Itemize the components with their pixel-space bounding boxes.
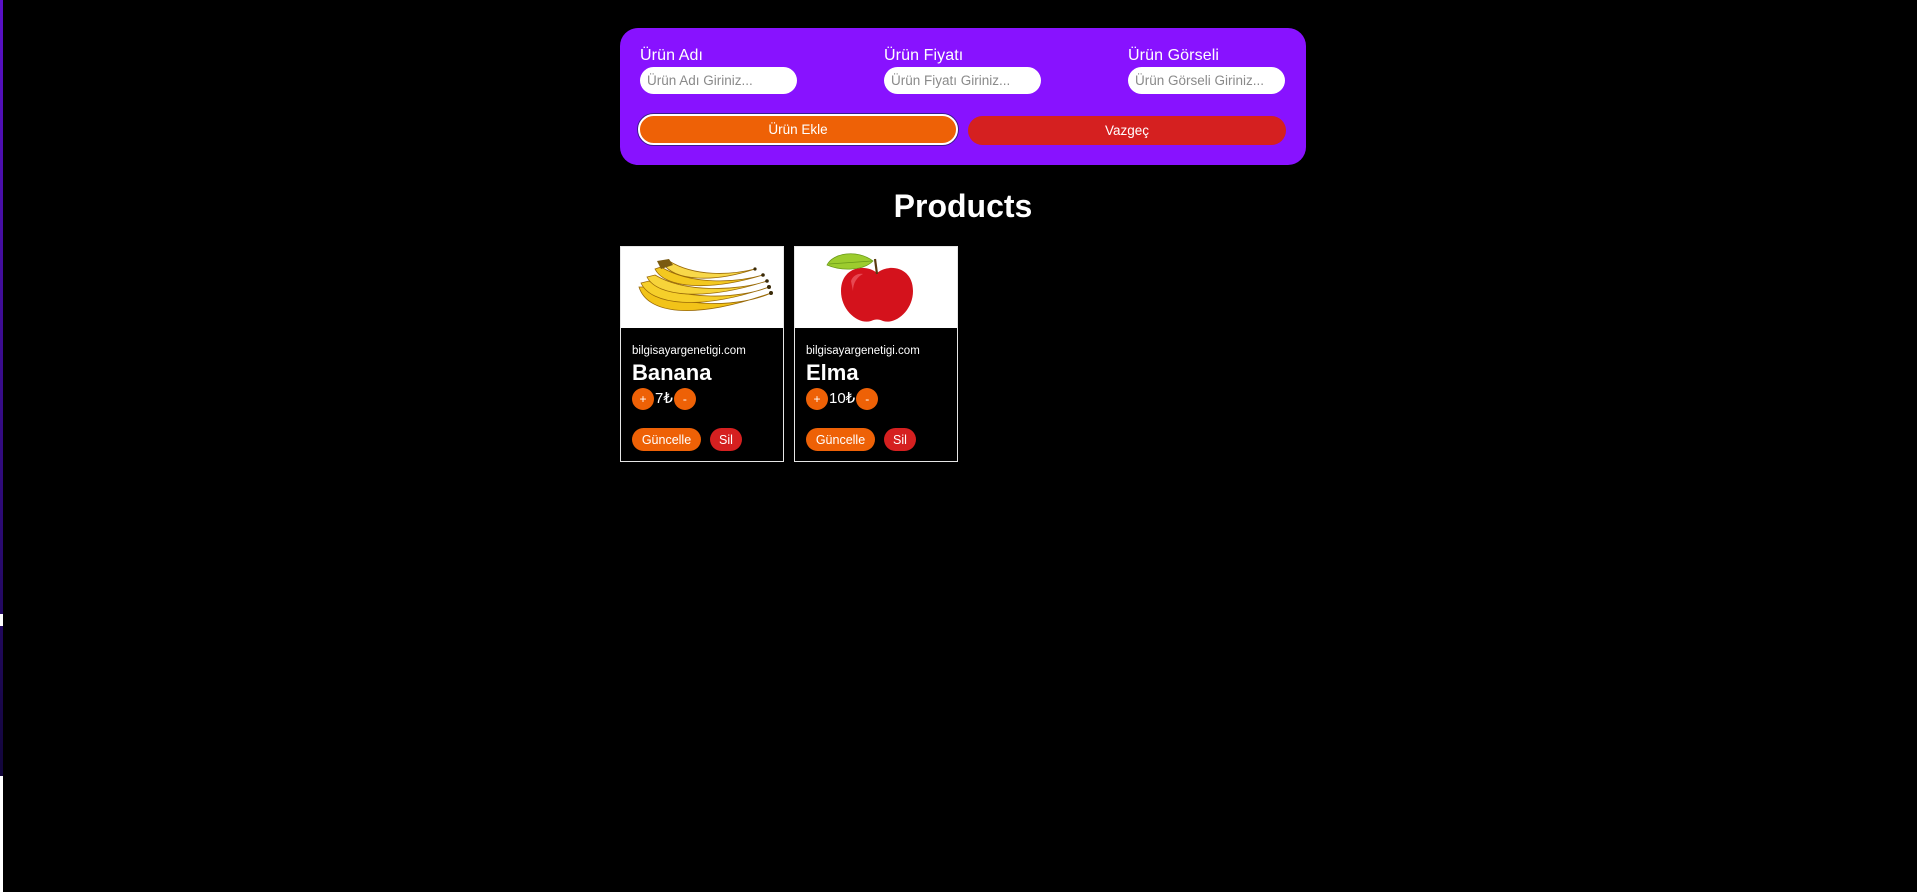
update-button[interactable]: Güncelle <box>806 428 875 451</box>
product-image-label: Ürün Görseli <box>1128 47 1220 64</box>
product-image-input[interactable] <box>1128 67 1285 94</box>
increase-button[interactable]: + <box>632 388 654 410</box>
left-edge-mark <box>0 614 3 626</box>
update-button[interactable]: Güncelle <box>632 428 701 451</box>
product-name-field: Ürün Adı <box>640 46 800 94</box>
product-name-label: Ürün Adı <box>640 47 704 64</box>
product-name: Banana <box>632 360 712 385</box>
product-price-label: Ürün Fiyatı <box>884 47 964 64</box>
product-price: 7₺ <box>655 390 673 407</box>
product-form: Ürün Adı Ürün Fiyatı Ürün Görseli Ürün E… <box>620 28 1306 165</box>
page-title: Products <box>893 188 1033 224</box>
product-price-input[interactable] <box>884 67 1041 94</box>
cancel-button[interactable]: Vazgeç <box>968 116 1286 145</box>
apple-illustration <box>826 253 913 322</box>
price-stepper: + 7₺ - <box>632 388 696 410</box>
increase-button[interactable]: + <box>806 388 828 410</box>
product-price: 10₺ <box>829 390 856 407</box>
left-edge-strip-bottom <box>0 776 3 892</box>
product-card-elma: bilgisayargenetigi.com Elma + 10₺ - Günc… <box>794 246 958 462</box>
banana-image <box>621 247 783 328</box>
banana-illustration <box>638 259 773 311</box>
product-site: bilgisayargenetigi.com <box>806 345 920 357</box>
product-price-field: Ürün Fiyatı <box>884 46 1044 94</box>
apple-image <box>795 247 957 328</box>
delete-button[interactable]: Sil <box>710 428 742 451</box>
product-card-banana: bilgisayargenetigi.com Banana + 7₺ - Gün… <box>620 246 784 462</box>
add-product-button[interactable]: Ürün Ekle <box>638 114 958 145</box>
price-stepper: + 10₺ - <box>806 388 879 410</box>
decrease-button[interactable]: - <box>856 388 879 410</box>
decrease-button[interactable]: - <box>673 388 696 410</box>
delete-button[interactable]: Sil <box>884 428 916 451</box>
product-site: bilgisayargenetigi.com <box>632 345 746 357</box>
product-name-input[interactable] <box>640 67 797 94</box>
product-image-field: Ürün Görseli <box>1128 46 1288 94</box>
left-edge-strip <box>0 0 3 776</box>
product-name: Elma <box>806 360 859 385</box>
